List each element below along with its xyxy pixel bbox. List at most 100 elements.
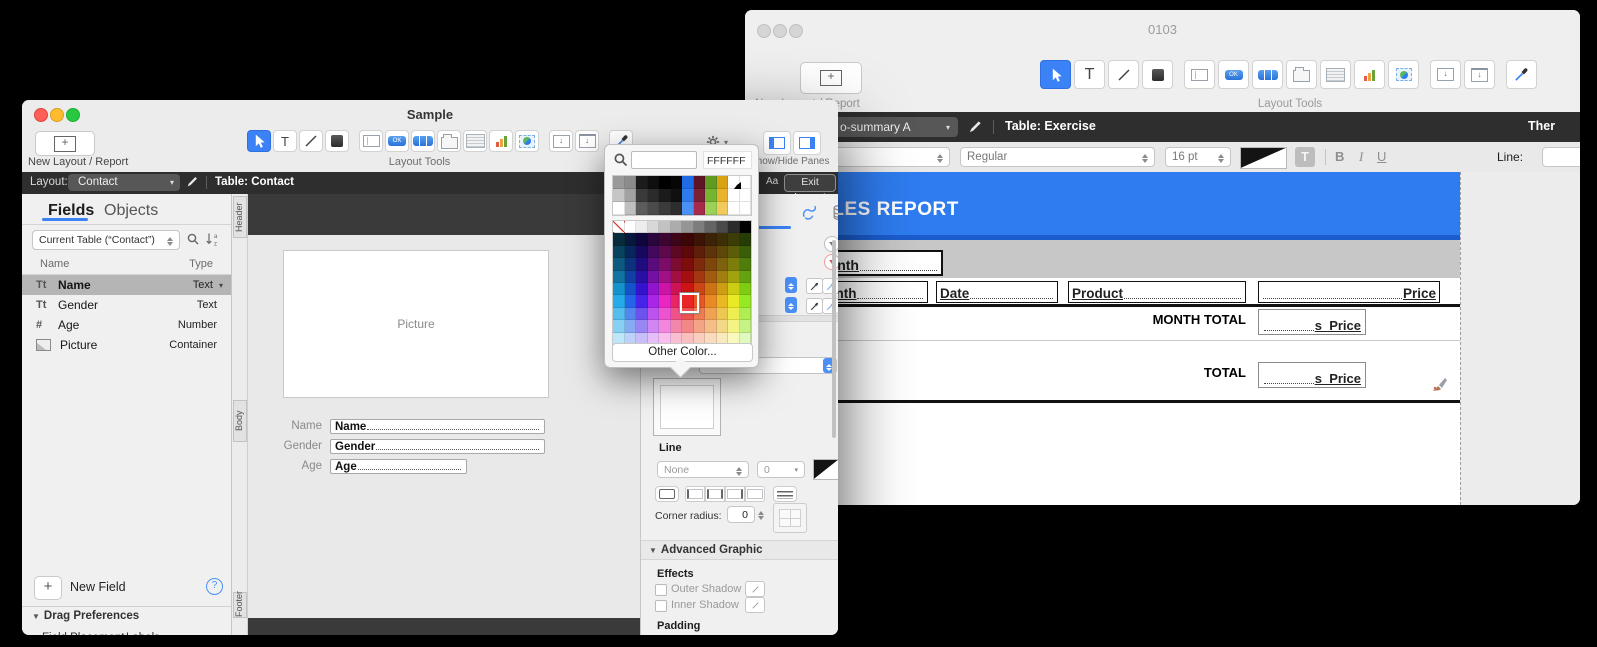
color-swatch[interactable] <box>636 221 648 234</box>
color-swatch[interactable] <box>739 295 751 308</box>
color-swatch[interactable] <box>716 233 728 246</box>
color-swatch[interactable] <box>705 233 717 246</box>
field-type-chevron-icon[interactable]: ▾ <box>219 281 223 290</box>
titlebar[interactable]: Sample <box>22 100 838 127</box>
eyedropper-button[interactable] <box>806 298 823 314</box>
color-swatch[interactable] <box>624 282 636 296</box>
recent-color-swatch[interactable] <box>647 202 659 215</box>
part-tab-header[interactable]: Header <box>233 196 247 238</box>
field-row-age[interactable]: # Age Number <box>22 315 231 335</box>
line-style-dropdown[interactable]: None <box>657 461 749 478</box>
recent-color-swatch[interactable] <box>659 176 671 189</box>
recent-color-swatch[interactable] <box>624 189 636 202</box>
picture-container-field[interactable]: Picture <box>283 250 549 398</box>
color-swatch[interactable] <box>624 270 636 283</box>
color-swatch[interactable] <box>705 320 717 333</box>
color-swatch[interactable] <box>739 307 751 321</box>
color-swatch[interactable] <box>716 307 728 321</box>
show-right-pane-button[interactable] <box>793 131 821 155</box>
button-bar-tool[interactable] <box>411 130 435 152</box>
font-size-select[interactable]: 16 pt <box>1165 147 1231 167</box>
canvas-field-age[interactable]: Age <box>330 458 467 474</box>
color-swatch[interactable] <box>682 258 694 271</box>
stepper-control[interactable] <box>785 277 797 293</box>
color-swatch[interactable] <box>647 307 659 321</box>
color-swatch[interactable] <box>705 307 717 321</box>
color-swatch[interactable] <box>624 258 636 271</box>
color-swatch[interactable] <box>716 282 728 296</box>
web-viewer-tool[interactable] <box>1388 60 1419 89</box>
report-field-month-total[interactable]: s_Price <box>1258 309 1366 335</box>
color-swatch[interactable] <box>693 245 705 259</box>
recent-color-swatch[interactable] <box>693 202 705 215</box>
column-header-name[interactable]: Name <box>40 258 69 270</box>
color-swatch[interactable] <box>728 270 740 283</box>
color-swatch[interactable] <box>624 307 636 321</box>
recent-color-swatch[interactable] <box>716 202 728 215</box>
recent-color-swatch[interactable] <box>728 202 740 215</box>
color-swatch[interactable] <box>728 320 740 333</box>
table-selector-dropdown[interactable]: Current Table (“Contact”) <box>32 230 180 250</box>
color-swatch[interactable] <box>728 233 740 246</box>
field-picker-tool[interactable]: ↓ <box>1430 60 1461 89</box>
color-swatch[interactable] <box>647 270 659 283</box>
text-tool[interactable]: T <box>273 130 297 152</box>
recent-color-swatch[interactable] <box>693 189 705 202</box>
color-swatch[interactable] <box>636 320 648 333</box>
recent-color-swatch[interactable] <box>716 189 728 202</box>
portal-tool[interactable] <box>1320 60 1351 89</box>
report-field-product[interactable]: Product <box>1068 281 1246 303</box>
color-search-input[interactable] <box>631 151 697 169</box>
recent-color-swatch[interactable] <box>693 176 705 189</box>
color-swatch[interactable] <box>624 221 636 234</box>
select-tool[interactable] <box>1040 60 1071 89</box>
stepper-control[interactable] <box>785 297 797 313</box>
web-viewer-tool[interactable] <box>515 130 539 152</box>
color-swatch[interactable] <box>705 282 717 296</box>
color-swatch[interactable] <box>693 270 705 283</box>
appearance-tab-icon[interactable] <box>801 204 818 226</box>
line-select[interactable] <box>1542 147 1580 167</box>
color-swatch[interactable] <box>682 245 694 259</box>
color-swatch[interactable] <box>693 258 705 271</box>
color-swatch[interactable] <box>624 245 636 259</box>
color-swatch[interactable] <box>624 233 636 246</box>
corner-selector-button[interactable] <box>773 503 807 533</box>
line-color-swatch[interactable] <box>813 459 838 480</box>
recent-color-swatch[interactable] <box>636 189 648 202</box>
color-swatch[interactable] <box>659 233 671 246</box>
inner-shadow-checkbox[interactable] <box>655 600 667 612</box>
color-swatch[interactable] <box>739 233 751 246</box>
tab-objects[interactable]: Objects <box>104 202 158 220</box>
border-left-button[interactable] <box>685 486 705 502</box>
edit-layout-pencil-icon[interactable] <box>968 119 983 139</box>
color-swatch[interactable] <box>682 270 694 283</box>
color-swatch[interactable] <box>670 258 682 271</box>
sort-icon[interactable]: az <box>205 232 222 246</box>
data-tab-icon[interactable] <box>831 204 838 226</box>
header-part-band[interactable] <box>248 194 640 235</box>
new-layout-button[interactable] <box>800 62 862 94</box>
color-swatch[interactable] <box>716 245 728 259</box>
color-swatch[interactable] <box>659 270 671 283</box>
show-left-pane-button[interactable] <box>763 131 791 155</box>
color-swatch[interactable] <box>647 233 659 246</box>
color-swatch[interactable] <box>705 295 717 308</box>
color-swatch[interactable] <box>728 282 740 296</box>
color-swatch[interactable] <box>636 270 648 283</box>
shape-tool[interactable] <box>325 130 349 152</box>
border-middle-button[interactable] <box>705 486 725 502</box>
stepper-icon[interactable] <box>758 508 764 520</box>
color-swatch[interactable] <box>739 282 751 296</box>
line-tool[interactable] <box>299 130 323 152</box>
color-swatch[interactable] <box>613 258 625 271</box>
help-button[interactable]: ? <box>206 578 223 595</box>
bold-button[interactable]: B <box>1335 149 1344 164</box>
report-canvas[interactable]: SALES REPORT Month MonthDateProductPrice… <box>745 172 1460 505</box>
text-tool[interactable]: T <box>1074 60 1105 89</box>
field-row-name[interactable]: Tt Name Text ▾ <box>22 275 231 295</box>
field-tool[interactable] <box>359 130 383 152</box>
border-right-button[interactable] <box>725 486 745 502</box>
recent-color-swatch[interactable] <box>705 189 717 202</box>
color-swatch[interactable] <box>659 320 671 333</box>
